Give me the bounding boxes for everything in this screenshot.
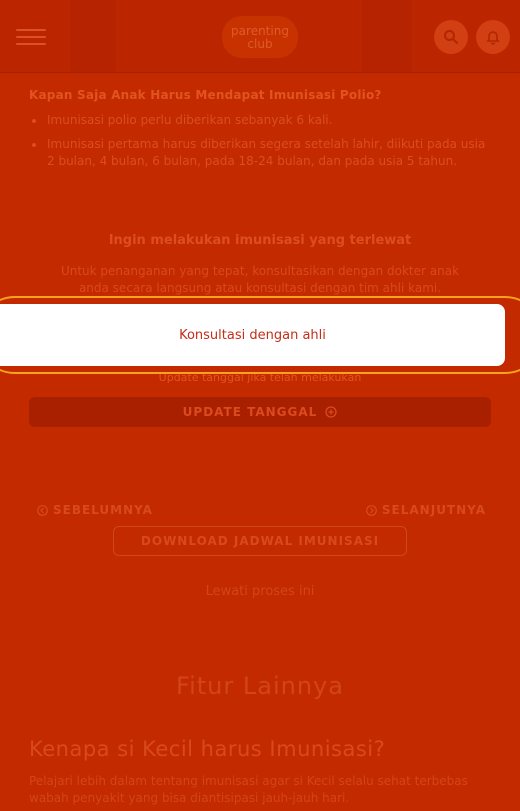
consult-expert-link[interactable]: Konsultasi dengan ahli bbox=[179, 328, 326, 343]
more-features-heading: Fitur Lainnya bbox=[176, 672, 344, 700]
chevron-left-icon bbox=[37, 504, 48, 516]
update-date-button[interactable]: UPDATE TANGGAL bbox=[29, 397, 491, 427]
search-icon bbox=[444, 30, 458, 44]
bell-icon bbox=[486, 31, 500, 45]
logo-text-bottom: club bbox=[247, 37, 273, 51]
missed-immunization-title: Ingin melakukan imunisasi yang terlewat bbox=[108, 233, 412, 248]
next-label: SELANJUTNYA bbox=[381, 503, 486, 517]
faq-question: Kapan Saja Anak Harus Mendapat Imunisasi… bbox=[29, 88, 382, 102]
list-item: Imunisasi pertama harus diberikan segera… bbox=[29, 136, 491, 170]
previous-label: SEBELUMNYA bbox=[53, 503, 153, 517]
chevron-right-icon bbox=[366, 504, 377, 516]
download-schedule-button[interactable]: DOWNLOAD JADWAL IMUNISASI bbox=[113, 526, 407, 556]
missed-immunization-description: Untuk penanganan yang tepat, konsultasik… bbox=[60, 264, 460, 295]
previous-button[interactable]: SEBELUMNYA bbox=[37, 503, 153, 517]
brand-logo[interactable]: parenting club bbox=[222, 16, 298, 58]
notification-button[interactable] bbox=[476, 20, 510, 54]
why-immunize-title: Kenapa si Kecil harus Imunisasi? bbox=[29, 737, 386, 761]
why-immunize-description: Pelajari lebih dalam tentang imunisasi a… bbox=[29, 774, 468, 805]
consultation-popup: Konsultasi dengan ahli bbox=[0, 304, 505, 366]
top-app-bar: parenting club bbox=[0, 0, 520, 73]
search-button[interactable] bbox=[434, 20, 468, 54]
list-item: Imunisasi polio perlu diberikan sebanyak… bbox=[29, 112, 491, 129]
header-decoration bbox=[70, 0, 116, 72]
header-decoration bbox=[362, 0, 412, 72]
faq-answer-list: Imunisasi polio perlu diberikan sebanyak… bbox=[29, 112, 491, 177]
hamburger-menu-icon[interactable] bbox=[16, 29, 46, 45]
next-button[interactable]: SELANJUTNYA bbox=[366, 503, 486, 517]
update-date-label: UPDATE TANGGAL bbox=[182, 405, 318, 419]
plus-circle-icon bbox=[325, 406, 337, 418]
skip-process-link[interactable]: Lewati proses ini bbox=[0, 584, 520, 599]
